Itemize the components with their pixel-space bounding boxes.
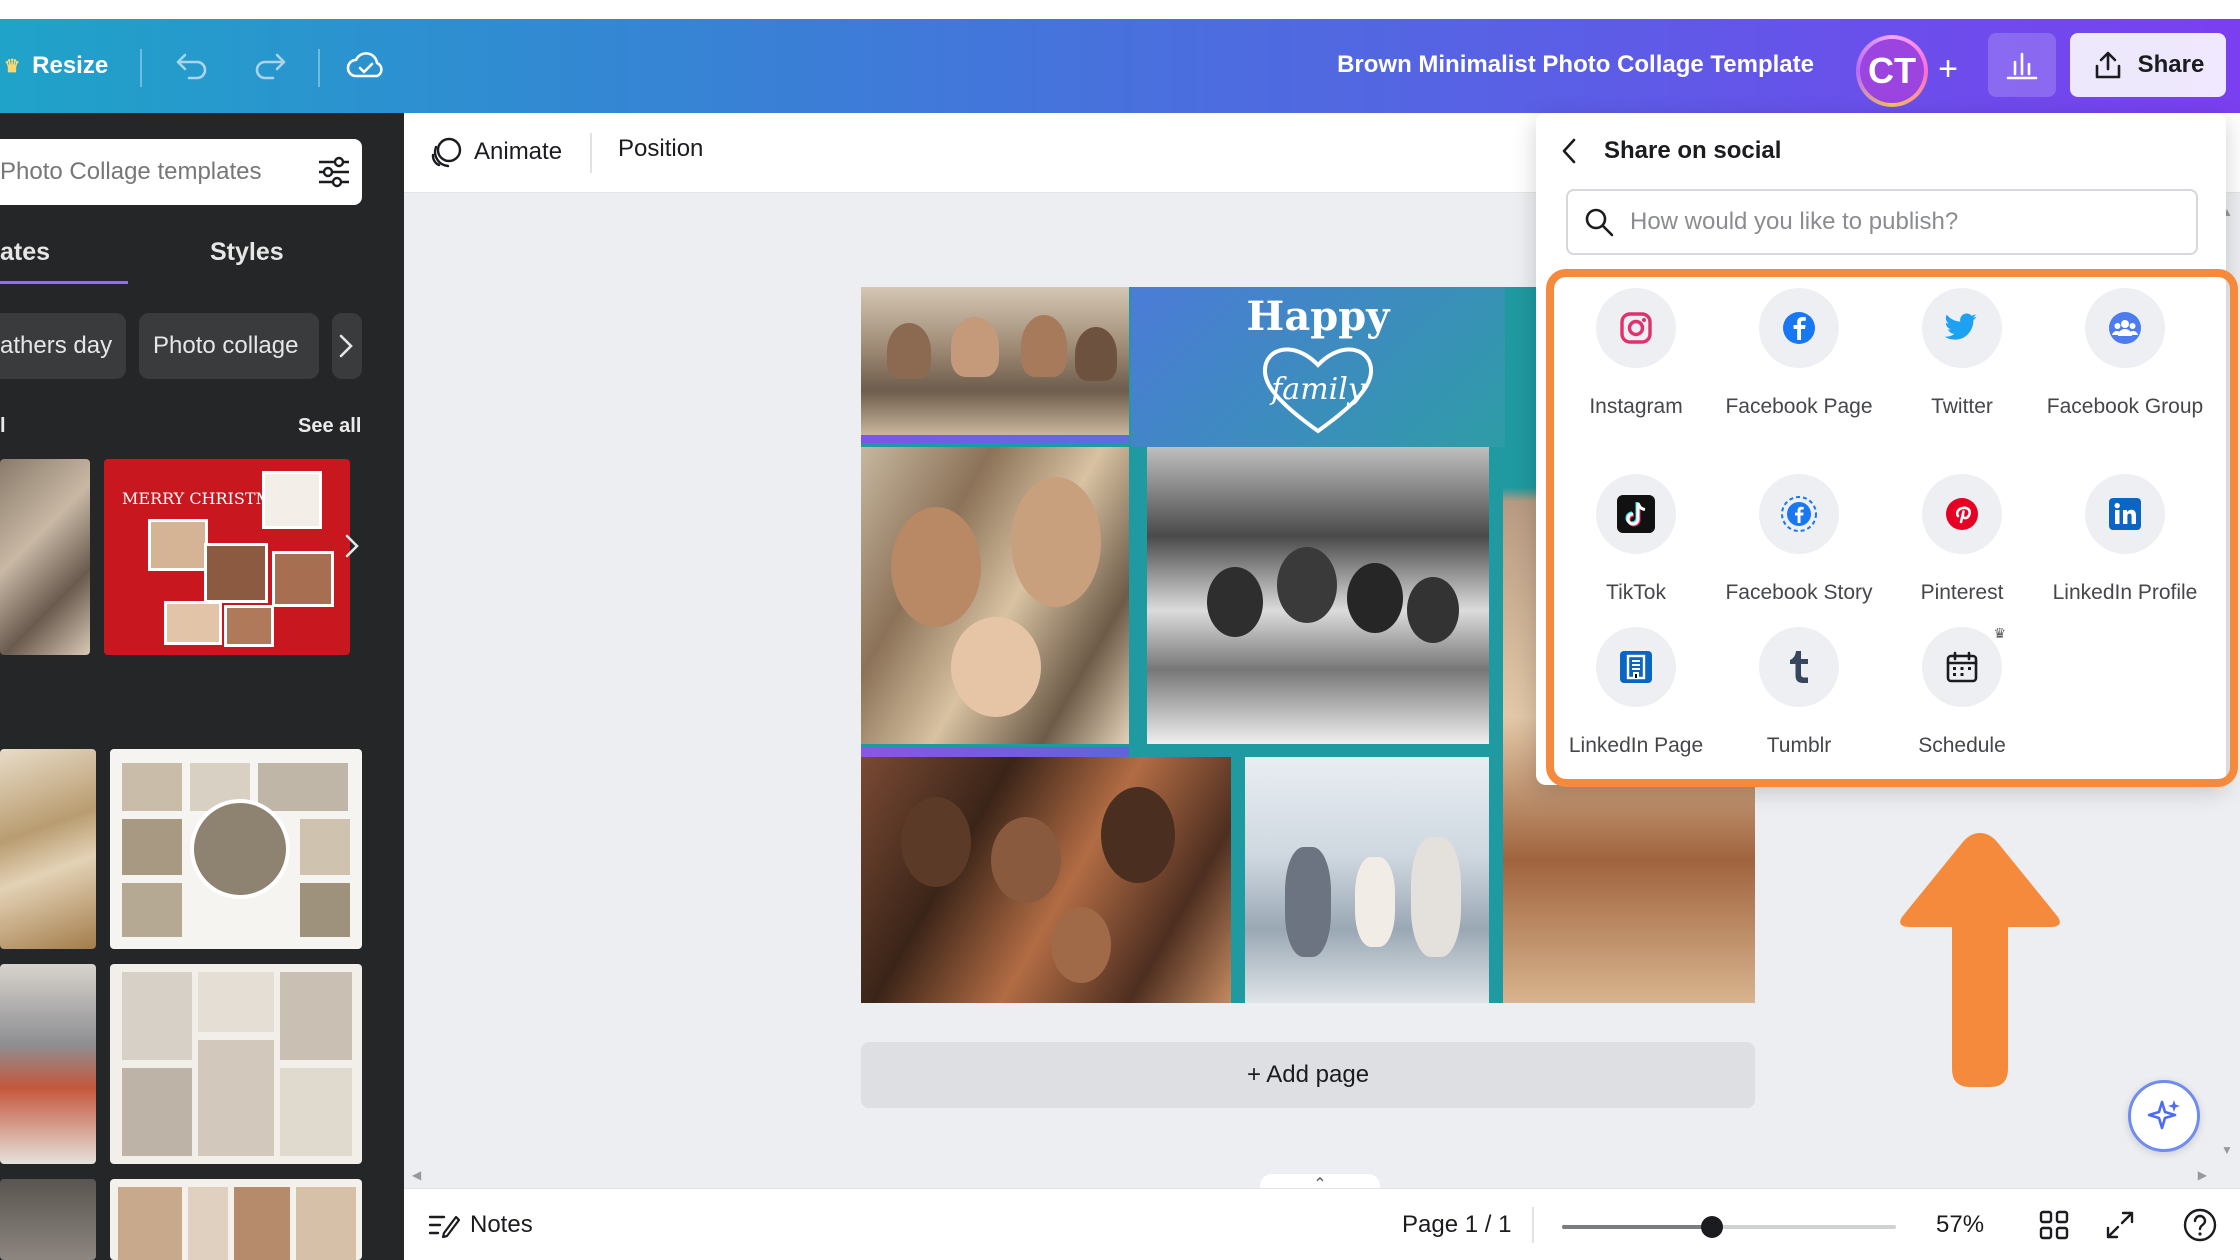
up-arrow-annotation — [1900, 833, 2060, 1087]
chips-next-button[interactable] — [332, 313, 362, 379]
resize-label: Resize — [32, 52, 109, 79]
template-thumbnail[interactable] — [110, 964, 362, 1164]
zoom-slider-handle[interactable] — [1701, 1216, 1724, 1238]
redo-button[interactable] — [242, 38, 298, 94]
tab-styles[interactable]: Styles — [210, 238, 284, 267]
sparkle-icon — [2147, 1100, 2180, 1130]
chip-photo-collage[interactable]: Photo collage — [139, 313, 319, 379]
crown-icon: ♛ — [4, 55, 21, 76]
avatar[interactable]: CT — [1856, 35, 1928, 107]
template-thumbnail[interactable] — [0, 459, 90, 655]
notes-icon — [428, 1215, 460, 1239]
heart-icon: family — [1262, 347, 1374, 434]
canva-editor: ♛ Resize Brown Minimalist Photo Collage … — [0, 0, 2240, 1260]
happy-family-card[interactable]: Happy family — [1131, 287, 1505, 447]
share-upload-icon — [2095, 51, 2120, 79]
active-tab-indicator — [0, 281, 128, 284]
toolbar-divider — [318, 49, 320, 87]
template-thumbnail[interactable] — [110, 1179, 362, 1260]
template-thumbnail[interactable] — [0, 749, 96, 949]
toolbar-divider — [1532, 1207, 1534, 1243]
templates-panel: Photo Collage templates ates Styles athe… — [0, 113, 404, 1260]
filter-button[interactable] — [306, 144, 362, 200]
happy-script: family — [1269, 372, 1366, 407]
share-panel-header: Share on social — [1560, 137, 1781, 165]
divider-bar — [861, 747, 1129, 757]
redo-icon — [255, 53, 286, 80]
grid-view-button[interactable] — [2034, 1205, 2074, 1245]
top-toolbar: ♛ Resize Brown Minimalist Photo Collage … — [0, 19, 2240, 113]
collage-photo[interactable] — [861, 287, 1129, 435]
chevron-right-icon — [345, 534, 359, 558]
thumbnails-next-button[interactable] — [344, 533, 368, 573]
animate-icon — [431, 137, 462, 168]
highlight-frame — [1546, 269, 2238, 787]
notes-button[interactable]: Notes — [428, 1211, 533, 1239]
undo-button[interactable] — [164, 38, 220, 94]
search-icon — [1585, 208, 1614, 237]
section-title: l — [0, 415, 6, 437]
collage-photo[interactable] — [861, 757, 1231, 1003]
insights-button[interactable] — [1988, 33, 2056, 97]
help-button[interactable] — [2180, 1205, 2220, 1245]
zoom-slider[interactable] — [1562, 1216, 1896, 1238]
resize-button[interactable]: ♛ Resize — [4, 43, 108, 89]
template-thumbnail[interactable] — [0, 1179, 96, 1260]
bottom-toolbar: Notes Page 1 / 1 57% — [404, 1188, 2240, 1260]
grid-icon — [2039, 1210, 2069, 1240]
publish-search-input[interactable] — [1630, 208, 2190, 236]
fullscreen-button[interactable] — [2100, 1205, 2140, 1245]
expand-icon — [2106, 1211, 2134, 1239]
add-page-button[interactable]: + Add page — [861, 1042, 1755, 1108]
document-title[interactable]: Brown Minimalist Photo Collage Template — [1337, 51, 1814, 79]
plus-icon: + — [1938, 49, 1958, 88]
publish-search[interactable] — [1566, 189, 2198, 255]
bar-chart-icon — [2006, 52, 2038, 80]
chevron-right-icon — [339, 334, 353, 358]
undo-icon — [176, 53, 207, 80]
see-all-link[interactable]: See all — [298, 415, 361, 438]
template-thumbnail[interactable] — [0, 964, 96, 1164]
animate-label: Animate — [474, 138, 563, 165]
share-panel-title: Share on social — [1604, 137, 1782, 164]
template-thumbnail[interactable] — [110, 749, 362, 949]
chip-fathers-day[interactable]: athers day — [0, 313, 126, 379]
collage-photo-bw[interactable] — [1147, 447, 1489, 744]
tab-templates[interactable]: ates — [0, 238, 50, 267]
divider-bar — [861, 435, 1129, 443]
scroll-down-icon: ▼ — [2221, 1143, 2233, 1157]
animate-button[interactable]: Animate — [430, 135, 562, 169]
sliders-icon — [319, 156, 349, 188]
template-thumbnail-christmas[interactable]: MERRY CHRISTMAS — [104, 459, 350, 655]
avatar-initials: CT — [1860, 39, 1924, 103]
back-arrow-icon[interactable] — [1560, 137, 1578, 165]
page-indicator[interactable]: Page 1 / 1 — [1402, 1211, 1511, 1239]
invite-button[interactable]: + — [1926, 47, 1970, 91]
zoom-slider-fill — [1562, 1225, 1713, 1229]
template-search[interactable]: Photo Collage templates — [0, 139, 362, 205]
position-button[interactable]: Position — [618, 135, 703, 163]
toolbar-divider — [140, 49, 142, 87]
toolbar-divider — [590, 133, 592, 173]
notes-label: Notes — [470, 1211, 533, 1238]
happy-title: Happy — [1246, 293, 1390, 340]
help-icon — [2183, 1208, 2217, 1242]
collage-photo[interactable] — [861, 447, 1129, 744]
magic-assistant-button[interactable] — [2128, 1080, 2200, 1152]
zoom-level[interactable]: 57% — [1936, 1211, 1984, 1239]
cloud-check-icon — [346, 52, 383, 78]
share-label: Share — [2137, 51, 2205, 78]
share-button[interactable]: Share — [2070, 33, 2226, 97]
scroll-right-icon: ▶ — [2197, 1168, 2207, 1182]
collage-photo[interactable] — [1245, 757, 1489, 1003]
template-search-input[interactable]: Photo Collage templates — [0, 158, 306, 186]
cloud-save-button[interactable] — [338, 38, 394, 94]
scroll-left-icon: ◀ — [412, 1168, 422, 1182]
